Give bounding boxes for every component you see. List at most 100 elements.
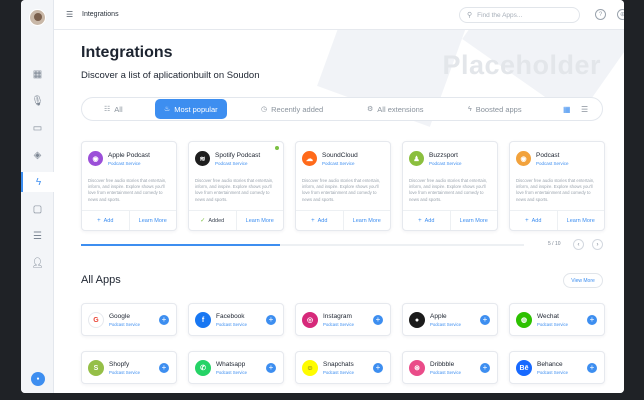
add-app-button[interactable]: + xyxy=(480,315,490,325)
integration-card[interactable]: ◉ Apple Podcast Podcast Service Discover… xyxy=(81,141,177,231)
app-name: Instagram xyxy=(323,313,352,320)
app-logo-icon: ◉ xyxy=(516,151,531,166)
integration-card[interactable]: ≋ Spotify Podcast Podcast Service Discov… xyxy=(188,141,284,231)
integration-card[interactable]: ☁ SoundCloud Podcast Service Discover fr… xyxy=(295,141,391,231)
app-tile[interactable]: S Shopfy Podcast Service + xyxy=(81,351,177,384)
list-view-icon[interactable]: ☰ xyxy=(581,105,588,114)
app-logo-icon: ◉ xyxy=(88,151,103,166)
add-app-button[interactable]: + xyxy=(373,363,383,373)
app-tile[interactable]: ⊛ Dribbble Podcast Service + xyxy=(402,351,498,384)
app-service: Podcast Service xyxy=(537,322,569,327)
button-label: Add xyxy=(103,217,114,224)
brand-badge[interactable]: ● xyxy=(31,372,45,386)
tab-label: All extensions xyxy=(377,104,424,114)
view-more-button[interactable]: View More xyxy=(563,273,603,288)
add-button[interactable]: + Add xyxy=(510,211,557,230)
chat-icon[interactable]: ▢ xyxy=(21,199,54,219)
gear-icon: ⚙ xyxy=(367,106,374,113)
add-button[interactable]: + Add xyxy=(82,211,129,230)
app-service: Podcast Service xyxy=(430,322,462,327)
app-tile[interactable]: ● Apple Podcast Service + xyxy=(402,303,498,336)
app-name: Shopfy xyxy=(109,361,130,368)
app-name: Whatsapp xyxy=(216,361,246,368)
card-footer: + Add Learn More xyxy=(296,210,390,230)
all-apps-title: All Apps xyxy=(81,274,121,286)
grid-view-icon[interactable]: ▦ xyxy=(563,105,571,114)
bolt-icon[interactable]: ϟ xyxy=(21,172,54,192)
tab-label: Boosted apps xyxy=(475,104,522,114)
app-name: Wechat xyxy=(537,313,559,320)
tab-all[interactable]: ☷ All xyxy=(104,100,123,118)
app-service: Podcast Service xyxy=(323,370,355,375)
app-tile[interactable]: f Facebook Podcast Service + xyxy=(188,303,284,336)
learn-more-button[interactable]: Learn More xyxy=(128,211,177,230)
card-title: Spotify Podcast xyxy=(215,152,261,159)
learn-more-button[interactable]: Learn More xyxy=(342,211,391,230)
page-subtitle: Discover a list of aplicationbuilt on So… xyxy=(81,70,260,81)
button-label: Add xyxy=(317,217,328,224)
learn-more-button[interactable]: Learn More xyxy=(556,211,605,230)
card-footer: + Add Learn More xyxy=(510,210,604,230)
tab-boosted-apps[interactable]: ϟ Boosted apps xyxy=(468,100,522,118)
tab-most-popular[interactable]: ♨ Most popular xyxy=(155,99,227,119)
tab-label: All xyxy=(114,104,123,114)
avatar[interactable] xyxy=(29,9,46,26)
add-button[interactable]: + Add xyxy=(403,211,450,230)
help-icon[interactable]: ? xyxy=(595,9,606,20)
user-icon[interactable]: 👤︎ xyxy=(21,253,54,273)
search-input[interactable]: ⚲ Find the Apps... xyxy=(459,7,580,23)
app-service: Podcast Service xyxy=(109,322,141,327)
app-tile[interactable]: ◎ Instagram Podcast Service + xyxy=(295,303,391,336)
integration-card[interactable]: ◉ Podcast Podcast Service Discover free … xyxy=(509,141,605,231)
grid-icon: ☷ xyxy=(104,106,111,113)
plus-icon: + xyxy=(525,217,529,224)
add-app-button[interactable]: + xyxy=(373,315,383,325)
app-name: Dribbble xyxy=(430,361,455,368)
added-button[interactable]: ✓ Added xyxy=(189,211,236,230)
app-logo-icon: G xyxy=(88,312,104,328)
layers-icon[interactable]: ◈ xyxy=(21,145,54,165)
dashboard-icon[interactable]: ▦ xyxy=(21,64,54,84)
app-tile[interactable]: G Google Podcast Service + xyxy=(81,303,177,336)
app-tile[interactable]: ✆ Whatsapp Podcast Service + xyxy=(188,351,284,384)
app-logo-icon: ☁ xyxy=(302,151,317,166)
app-logo-icon: ● xyxy=(409,312,425,328)
add-app-button[interactable]: + xyxy=(587,315,597,325)
add-button[interactable]: + Add xyxy=(296,211,343,230)
prev-arrow-icon[interactable]: ‹ xyxy=(573,239,584,250)
button-label: Add xyxy=(424,217,435,224)
add-app-button[interactable]: + xyxy=(159,315,169,325)
learn-more-button[interactable]: Learn More xyxy=(235,211,284,230)
card-service: Podcast Service xyxy=(322,161,355,166)
globe-icon[interactable]: ⊕ xyxy=(617,9,624,20)
menu-toggle-icon[interactable]: ☰ xyxy=(66,10,73,19)
inbox-icon[interactable]: ▭ xyxy=(21,118,54,138)
card-description: Discover free audio stories that enterta… xyxy=(88,178,167,202)
learn-more-button[interactable]: Learn More xyxy=(449,211,498,230)
button-label: Added xyxy=(208,217,225,224)
tab-recently-added[interactable]: ◷ Recently added xyxy=(261,100,323,118)
check-icon: ✓ xyxy=(200,218,206,224)
card-description: Discover free audio stories that enterta… xyxy=(409,178,488,202)
microphone-icon[interactable]: 🎙︎ xyxy=(21,91,54,111)
card-footer: + Add Learn More xyxy=(82,210,176,230)
app-logo-icon: S xyxy=(88,360,104,376)
add-app-button[interactable]: + xyxy=(587,363,597,373)
add-app-button[interactable]: + xyxy=(480,363,490,373)
list-icon[interactable]: ☰ xyxy=(21,226,54,246)
add-app-button[interactable]: + xyxy=(159,363,169,373)
app-tile[interactable]: ☺ Snapchats Podcast Service + xyxy=(295,351,391,384)
app-logo-icon: ≋ xyxy=(195,151,210,166)
next-arrow-icon[interactable]: › xyxy=(592,239,603,250)
tab-all-extensions[interactable]: ⚙ All extensions xyxy=(367,100,424,118)
integration-card[interactable]: ♟ Buzzsport Podcast Service Discover fre… xyxy=(402,141,498,231)
add-app-button[interactable]: + xyxy=(266,315,276,325)
app-logo-icon: ✆ xyxy=(195,360,211,376)
app-tile[interactable]: ◍ Wechat Podcast Service + xyxy=(509,303,605,336)
app-tile[interactable]: Bē Behance Podcast Service + xyxy=(509,351,605,384)
card-service: Podcast Service xyxy=(429,161,462,166)
status-dot xyxy=(275,146,279,150)
app-logo-icon: ♟ xyxy=(409,151,424,166)
add-app-button[interactable]: + xyxy=(266,363,276,373)
card-title: Podcast xyxy=(536,152,560,159)
